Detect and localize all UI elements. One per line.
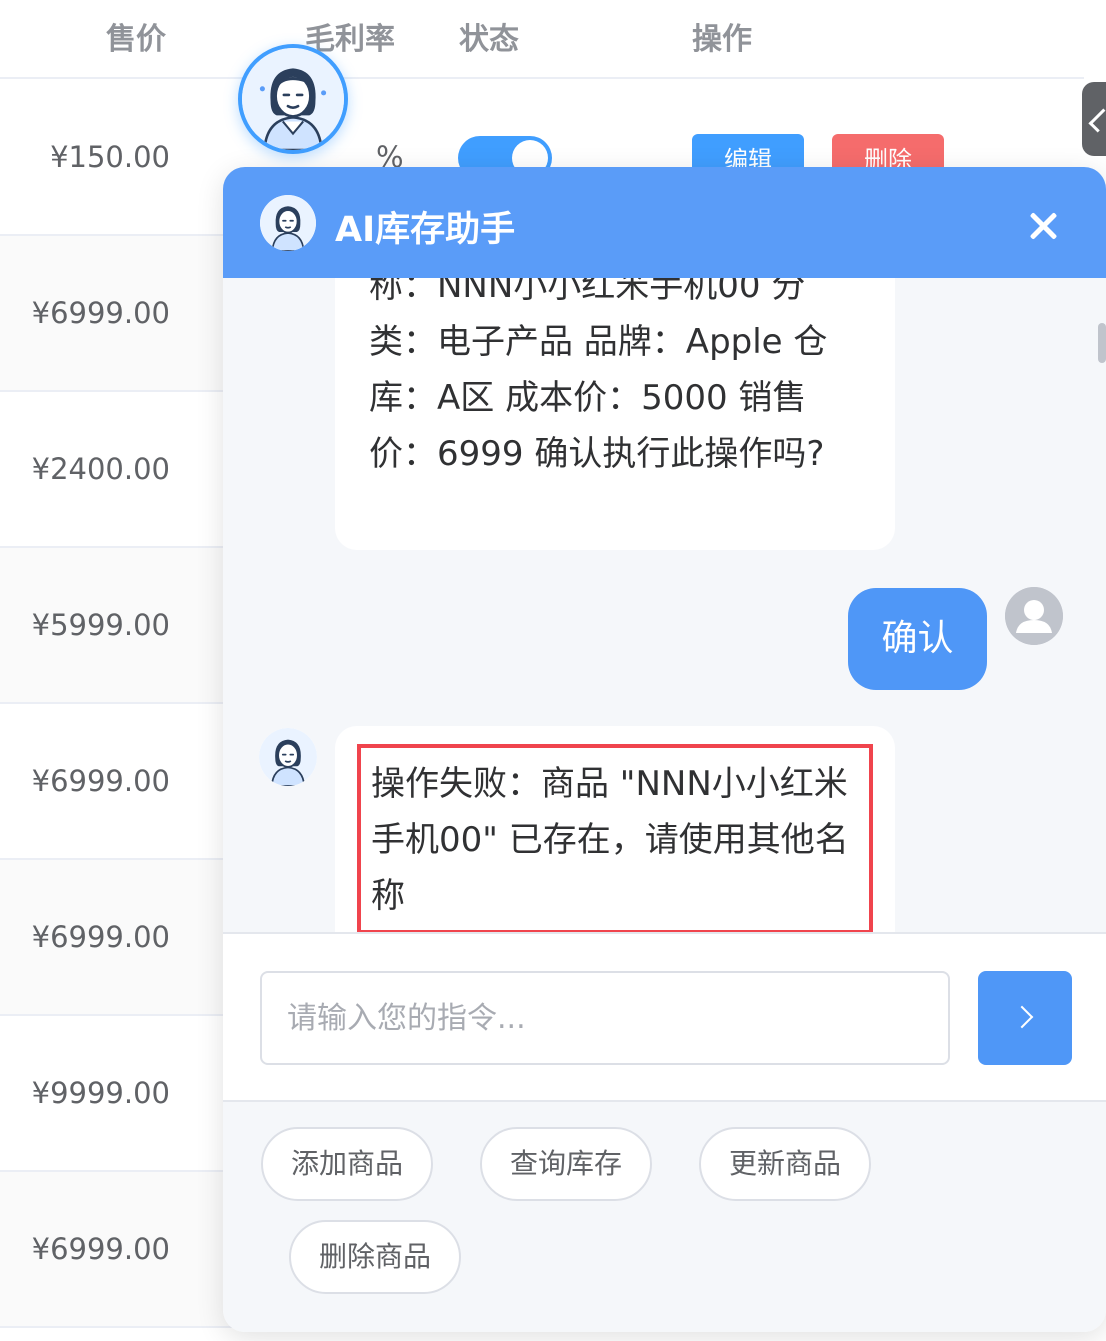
user-message-text: 确认	[881, 618, 954, 659]
chat-input-area	[223, 932, 1106, 1102]
quick-update-product-button[interactable]: 更新商品	[699, 1127, 871, 1201]
ai-error-bubble: 操作失败：商品 "NNN小小红米手机00" 已存在，请使用其他名称	[335, 726, 895, 932]
price-cell: ¥9999.00	[31, 1076, 170, 1110]
chat-header: AI库存助手	[223, 167, 1106, 278]
ai-error-text: 操作失败：商品 "NNN小小红米手机00" 已存在，请使用其他名称	[371, 764, 849, 916]
price-cell: ¥5999.00	[31, 608, 170, 642]
header-status: 状态	[459, 22, 519, 57]
ai-message-bubble: 称：NNN小小红米手机00 分类：电子产品 品牌：Apple 仓库：A区 成本价…	[335, 278, 895, 550]
table-header: 售价 毛利率 状态 操作	[0, 0, 1084, 79]
price-cell: ¥6999.00	[31, 1232, 170, 1266]
price-cell: ¥150.00	[50, 140, 170, 174]
header-avatar	[260, 195, 316, 251]
user-avatar	[1005, 587, 1063, 645]
quick-add-product-button[interactable]: 添加商品	[261, 1127, 433, 1201]
error-highlight-box: 操作失败：商品 "NNN小小红米手机00" 已存在，请使用其他名称	[357, 744, 873, 932]
ai-assistant-panel: 称：NNN小小红米手机00 分类：电子产品 品牌：Apple 仓库：A区 成本价…	[223, 167, 1106, 1332]
chat-scrollbar[interactable]	[1098, 323, 1106, 363]
ai-avatar	[259, 728, 317, 786]
chat-message-list[interactable]: 称：NNN小小红米手机00 分类：电子产品 品牌：Apple 仓库：A区 成本价…	[223, 278, 1106, 932]
assistant-avatar-icon	[242, 48, 344, 150]
ai-message-text: 称：NNN小小红米手机00 分类：电子产品 品牌：Apple 仓库：A区 成本价…	[369, 278, 828, 474]
assistant-avatar-icon	[259, 728, 317, 786]
assistant-float-avatar[interactable]	[238, 44, 348, 154]
quick-actions: 添加商品 查询库存 更新商品 删除商品	[223, 1102, 1106, 1332]
side-collapse-tab[interactable]	[1082, 82, 1106, 156]
assistant-avatar-icon	[260, 195, 316, 251]
user-avatar-icon	[1005, 587, 1063, 645]
send-button[interactable]	[978, 971, 1072, 1065]
price-cell: ¥2400.00	[31, 452, 170, 486]
price-cell: ¥6999.00	[31, 920, 170, 954]
user-message-bubble: 确认	[848, 588, 987, 690]
header-actions: 操作	[692, 22, 752, 57]
command-input[interactable]	[260, 971, 950, 1065]
header-price: 售价	[106, 22, 166, 57]
close-icon[interactable]	[1028, 211, 1058, 241]
quick-query-stock-button[interactable]: 查询库存	[480, 1127, 652, 1201]
chat-title: AI库存助手	[335, 210, 516, 250]
price-cell: ¥6999.00	[31, 296, 170, 330]
quick-delete-product-button[interactable]: 删除商品	[289, 1220, 461, 1294]
price-cell: ¥6999.00	[31, 764, 170, 798]
inventory-page: 售价 毛利率 状态 操作 ¥150.00 % 编辑 删除 ¥6999.00 ¥2…	[0, 0, 1106, 1341]
